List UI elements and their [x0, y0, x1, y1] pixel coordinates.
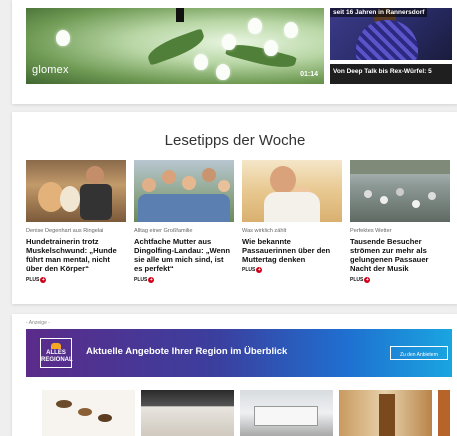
article-image[interactable] [242, 160, 342, 222]
article-kicker: Perfektes Wetter [350, 228, 392, 234]
side-video-item[interactable]: seit 16 Jahren in Rannersdorf [330, 8, 452, 60]
side-video-caption: seit 16 Jahren in Rannersdorf [330, 8, 428, 17]
leaf-decoration [225, 39, 297, 73]
product-item [56, 400, 72, 408]
logo-text: ALLES REGIONAL [41, 350, 73, 363]
plus-icon: + [40, 276, 47, 283]
building-shape [350, 160, 450, 174]
article-teaser[interactable]: Denise Degenhart aus Ringelai Hundetrain… [26, 160, 126, 283]
article-headline[interactable]: Wie bekannte Passauerinnen über den Mutt… [242, 237, 342, 265]
product-image[interactable] [438, 390, 450, 436]
product-image[interactable] [141, 390, 234, 436]
section-title: Lesetipps der Woche [164, 132, 306, 149]
plus-icon: + [148, 276, 155, 283]
article-headline[interactable]: Tausende Besucher strömen zur mehr als g… [350, 237, 450, 274]
plus-label: PLUS [134, 276, 148, 283]
product-image[interactable] [240, 390, 333, 436]
video-duration: 01:14 [300, 71, 318, 78]
ad-banner[interactable]: ALLES REGIONAL Aktuelle Angebote Ihrer R… [26, 329, 452, 377]
video-player[interactable]: glomex 01:14 [26, 8, 324, 84]
flower-decoration [248, 18, 262, 34]
product-item [98, 414, 112, 422]
person-head [202, 168, 216, 182]
article-kicker: Denise Degenhart aus Ringelai [26, 228, 104, 234]
product-image[interactable] [339, 390, 432, 436]
door-shape [379, 394, 395, 436]
person-figure [264, 192, 320, 222]
article-image[interactable] [134, 160, 234, 222]
article-teaser[interactable]: Perfektes Wetter Tausende Besucher ström… [350, 160, 450, 283]
logo-mark-icon [51, 343, 61, 349]
article-kicker: Alltag einer Großfamilie [134, 228, 193, 234]
dog-shape [60, 186, 80, 212]
alles-regional-logo: ALLES REGIONAL [40, 338, 73, 368]
article-teaser[interactable]: Was wirklich zählt Wie bekannte Passauer… [242, 160, 342, 283]
plus-badge: PLUS + [134, 276, 234, 283]
video-overlay-shape [176, 8, 184, 22]
article-headline[interactable]: Achtfache Mutter aus Dingolfing-Landau: … [134, 237, 234, 274]
anbieter-button[interactable]: Zu den Anbietern [390, 346, 448, 360]
person-head [162, 170, 176, 184]
person-head [270, 166, 296, 194]
wheelchair-shape [80, 184, 112, 220]
person-figure [356, 20, 418, 60]
person-head [86, 166, 104, 184]
side-video-caption: Von Deep Talk bis Rex-Würfel: 5 [333, 68, 432, 75]
lesetipps-section: Lesetipps der Woche Denise Degenhart aus… [12, 112, 457, 304]
article-teaser[interactable]: Alltag einer Großfamilie Achtfache Mutte… [134, 160, 234, 283]
product-strip [42, 390, 450, 436]
article-headline[interactable]: Hundetrainerin trotz Muskelschwund: „Hun… [26, 237, 126, 274]
bed-shape [254, 406, 318, 426]
article-image[interactable] [350, 160, 450, 222]
crowd-shape [380, 196, 388, 204]
person-head [142, 178, 156, 192]
plus-icon: + [256, 267, 263, 274]
flower-decoration [264, 40, 278, 56]
plus-badge: PLUS + [350, 276, 450, 283]
crowd-shape [412, 200, 420, 208]
plus-label: PLUS [26, 276, 40, 283]
plus-label: PLUS [242, 267, 256, 274]
crowd-shape [364, 190, 372, 198]
product-image[interactable] [42, 390, 135, 436]
crowd-shape [428, 192, 436, 200]
article-list: Denise Degenhart aus Ringelai Hundetrain… [26, 160, 450, 283]
person-head [182, 176, 196, 190]
person-head [218, 180, 230, 192]
plus-icon: + [364, 276, 371, 283]
group-bodies [138, 194, 230, 222]
product-item [78, 408, 92, 416]
crowd-shape [396, 188, 404, 196]
flower-decoration [222, 34, 236, 50]
plus-badge: PLUS + [242, 267, 342, 274]
ad-headline: Aktuelle Angebote Ihrer Region im Überbl… [86, 346, 288, 357]
article-kicker: Was wirklich zählt [242, 228, 287, 234]
video-section: glomex 01:14 seit 16 Jahren in Rannersdo… [12, 0, 457, 104]
article-image[interactable] [26, 160, 126, 222]
advertisement-section: - Anzeige - ALLES REGIONAL Aktuelle Ange… [12, 314, 457, 436]
video-brand-logo: glomex [32, 64, 69, 76]
side-video-item[interactable]: Von Deep Talk bis Rex-Würfel: 5 [330, 64, 452, 84]
ad-label: - Anzeige - [26, 320, 50, 326]
flower-decoration [56, 30, 70, 46]
flower-decoration [284, 22, 298, 38]
plus-badge: PLUS + [26, 276, 126, 283]
flower-decoration [216, 64, 230, 80]
plus-label: PLUS [350, 276, 364, 283]
flower-decoration [194, 54, 208, 70]
